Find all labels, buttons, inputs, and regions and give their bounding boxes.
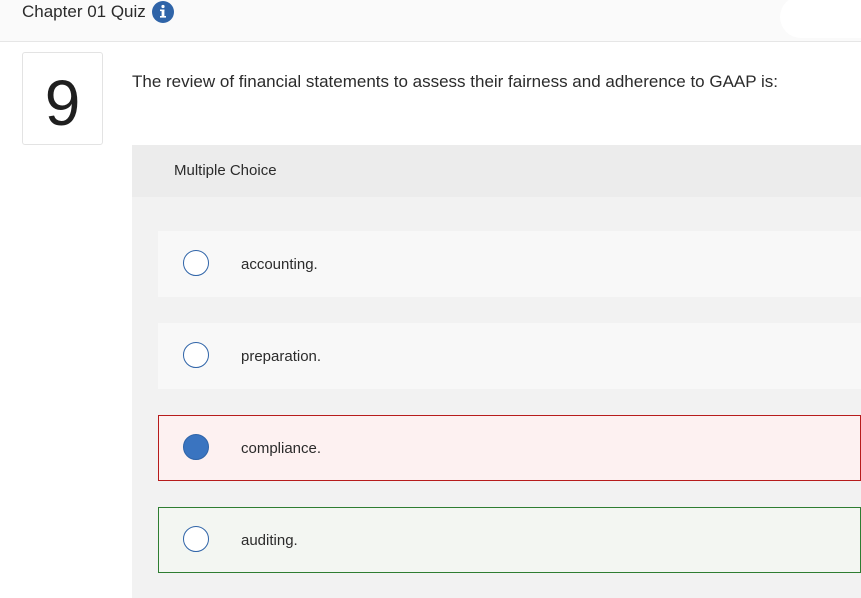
radio-button[interactable] <box>183 342 209 368</box>
question-prompt: The review of financial statements to as… <box>132 72 779 91</box>
choice-preparation[interactable]: preparation. <box>158 323 861 389</box>
quiz-title: Chapter 01 Quiz <box>22 2 146 21</box>
choice-label: accounting. <box>241 256 318 273</box>
answers-panel: Multiple Choice accounting. preparation.… <box>132 145 861 598</box>
choice-compliance[interactable]: compliance. <box>158 415 861 481</box>
question-number-box: 9 <box>22 52 103 145</box>
choice-label: compliance. <box>241 440 322 457</box>
quiz-header: Chapter 01 Quiz <box>0 0 861 42</box>
radio-button[interactable] <box>183 526 209 552</box>
radio-button[interactable] <box>183 250 209 276</box>
question-type-label: Multiple Choice <box>174 162 277 179</box>
radio-button-selected[interactable] <box>183 434 209 460</box>
choice-auditing[interactable]: auditing. <box>158 507 861 573</box>
question-type-header: Multiple Choice <box>132 145 861 197</box>
choice-label: preparation. <box>241 348 322 365</box>
header-search-pill[interactable] <box>780 0 861 38</box>
choice-label: auditing. <box>241 532 298 549</box>
question-number: 9 <box>44 67 81 139</box>
info-icon[interactable] <box>151 0 175 24</box>
choice-accounting[interactable]: accounting. <box>158 231 861 297</box>
